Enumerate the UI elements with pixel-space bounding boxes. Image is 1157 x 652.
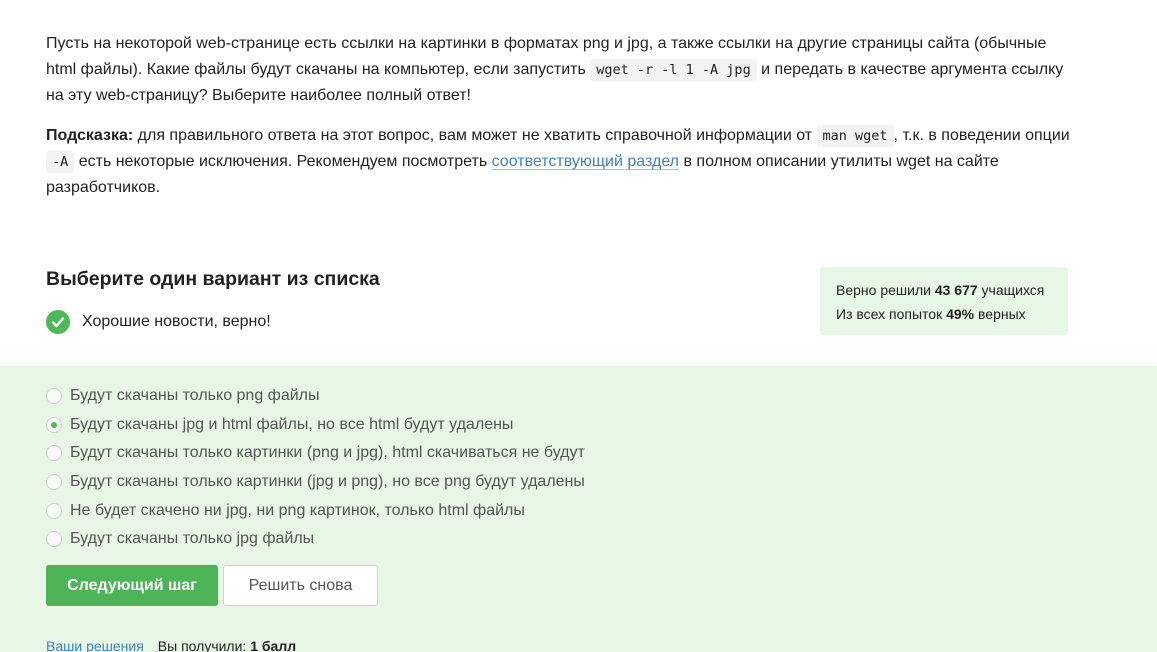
- options-list: Будут скачаны только png файлы Будут ска…: [46, 382, 585, 554]
- man-wget-code: man wget: [816, 125, 894, 147]
- stats-attempts: Из всех попыток 49% верных: [836, 302, 1052, 326]
- stats-solved: Верно решили 43 677 учащихся: [836, 278, 1052, 302]
- hint-text-part: есть некоторые исключения. Рекомендуем п…: [74, 153, 492, 170]
- option-item[interactable]: Будут скачаны только png файлы: [46, 382, 585, 411]
- score-value: 1 балл: [250, 638, 297, 652]
- stats-label: верных: [974, 306, 1026, 322]
- option-a-code: -A: [46, 151, 75, 173]
- result-text: Хорошие новости, верно!: [82, 313, 271, 330]
- option-item[interactable]: Будут скачаны только картинки (jpg и png…: [46, 468, 585, 497]
- check-icon: [46, 310, 70, 334]
- option-item[interactable]: Будут скачаны jpg и html файлы, но все h…: [46, 411, 585, 440]
- radio-button[interactable]: [46, 502, 62, 519]
- option-label: Будут скачаны только картинки (jpg и png…: [70, 473, 585, 491]
- option-label: Будут скачаны только jpg файлы: [70, 530, 315, 548]
- radio-button[interactable]: [46, 388, 62, 405]
- docs-section-link[interactable]: соответствующий раздел: [492, 153, 679, 170]
- hint-text-part: для правильного ответа на этот вопрос, в…: [133, 127, 817, 144]
- radio-button[interactable]: [46, 445, 62, 462]
- hint-label: Подсказка:: [46, 127, 134, 144]
- stats-label: Верно решили: [836, 282, 935, 298]
- stats-label: Из всех попыток: [836, 306, 947, 322]
- radio-button[interactable]: [46, 531, 62, 548]
- choose-title: Выберите один вариант из списка: [46, 268, 380, 290]
- option-label: Будут скачаны jpg и html файлы, но все h…: [70, 415, 514, 433]
- option-item[interactable]: Будут скачаны только картинки (png и jpg…: [46, 439, 585, 468]
- command-code: wget -r -l 1 -A jpg: [590, 59, 757, 81]
- stats-percent: 49%: [946, 306, 975, 322]
- radio-button[interactable]: [46, 474, 62, 491]
- result-status: Хорошие новости, верно!: [46, 310, 271, 334]
- option-item[interactable]: Не будет скачено ни jpg, ни png картинок…: [46, 496, 585, 525]
- question-text: Пусть на некоторой web-странице есть ссы…: [46, 31, 1076, 215]
- option-item[interactable]: Будут скачаны только jpg файлы: [46, 525, 585, 554]
- your-solutions-link[interactable]: Ваши решения: [46, 638, 144, 652]
- stats-box: Верно решили 43 677 учащихся Из всех поп…: [820, 267, 1068, 335]
- retry-button[interactable]: Решить снова: [223, 565, 378, 606]
- next-step-button[interactable]: Следующий шаг: [46, 565, 218, 606]
- question-paragraph: Пусть на некоторой web-странице есть ссы…: [46, 31, 1076, 109]
- radio-button-selected[interactable]: [46, 416, 62, 433]
- option-label: Будут скачаны только картинки (png и jpg…: [70, 444, 585, 462]
- stats-label: учащихся: [977, 282, 1045, 298]
- option-label: Будут скачаны только png файлы: [70, 387, 320, 405]
- footer-bar: Ваши решения Вы получили: 1 балл: [46, 638, 296, 652]
- score-label: Вы получили:: [157, 638, 251, 652]
- hint-paragraph: Подсказка: для правильного ответа на это…: [46, 123, 1076, 201]
- stats-solved-count: 43 677: [934, 282, 978, 298]
- option-label: Не будет скачено ни jpg, ни png картинок…: [70, 501, 525, 519]
- hint-text-part: , т.к. в поведении опции: [893, 127, 1070, 144]
